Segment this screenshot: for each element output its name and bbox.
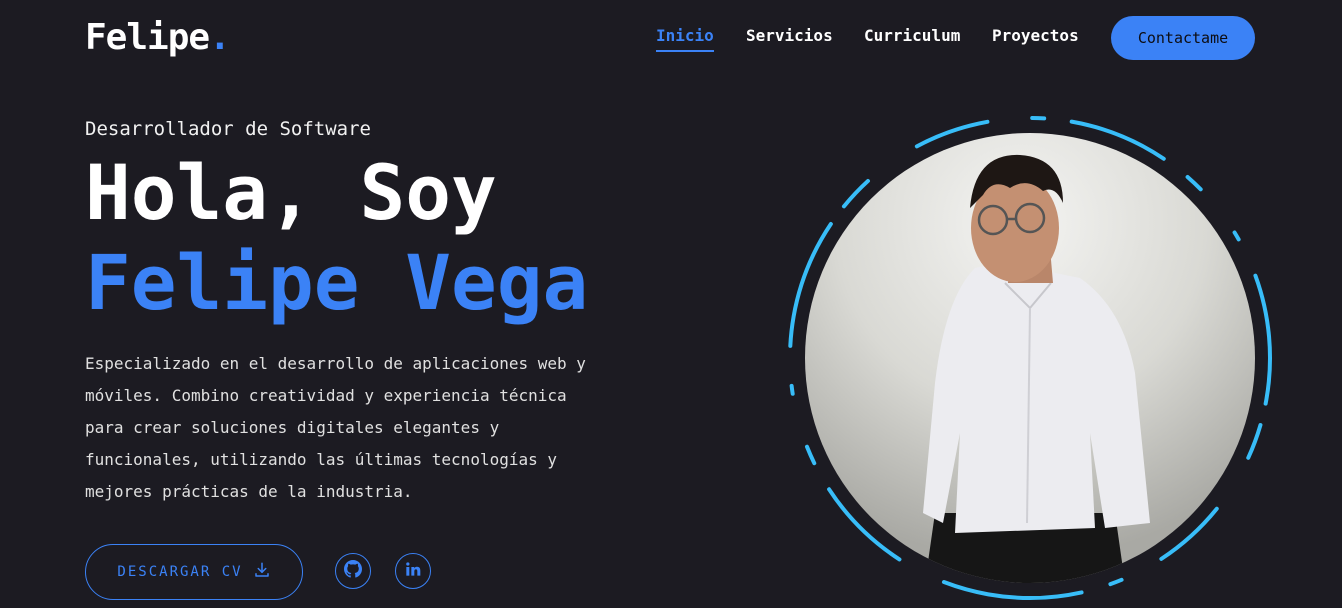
profile-photo — [805, 133, 1255, 583]
linkedin-link[interactable] — [395, 553, 431, 589]
hero-subtitle: Desarrollador de Software — [85, 118, 371, 140]
hero-name: Felipe Vega — [85, 238, 589, 327]
nav-link-servicios[interactable]: Servicios — [746, 26, 833, 45]
download-cv-button[interactable]: DESCARGAR CV — [85, 544, 303, 600]
nav-link-inicio[interactable]: Inicio — [656, 26, 714, 52]
logo-dot: . — [209, 17, 231, 58]
nav-link-proyectos[interactable]: Proyectos — [992, 26, 1079, 45]
logo-text: Felipe — [85, 17, 210, 58]
nav-link-curriculum[interactable]: Curriculum — [864, 26, 960, 45]
hero-description: Especializado en el desarrollo de aplica… — [85, 354, 586, 501]
logo[interactable]: Felipe. — [85, 16, 231, 60]
github-link[interactable] — [335, 553, 371, 589]
hero-greeting: Hola, Soy — [85, 148, 497, 237]
contact-button[interactable]: Contactame — [1111, 16, 1255, 60]
github-icon — [344, 560, 362, 582]
download-icon — [253, 561, 271, 583]
linkedin-icon — [405, 561, 421, 581]
download-cv-label: DESCARGAR CV — [117, 564, 243, 580]
